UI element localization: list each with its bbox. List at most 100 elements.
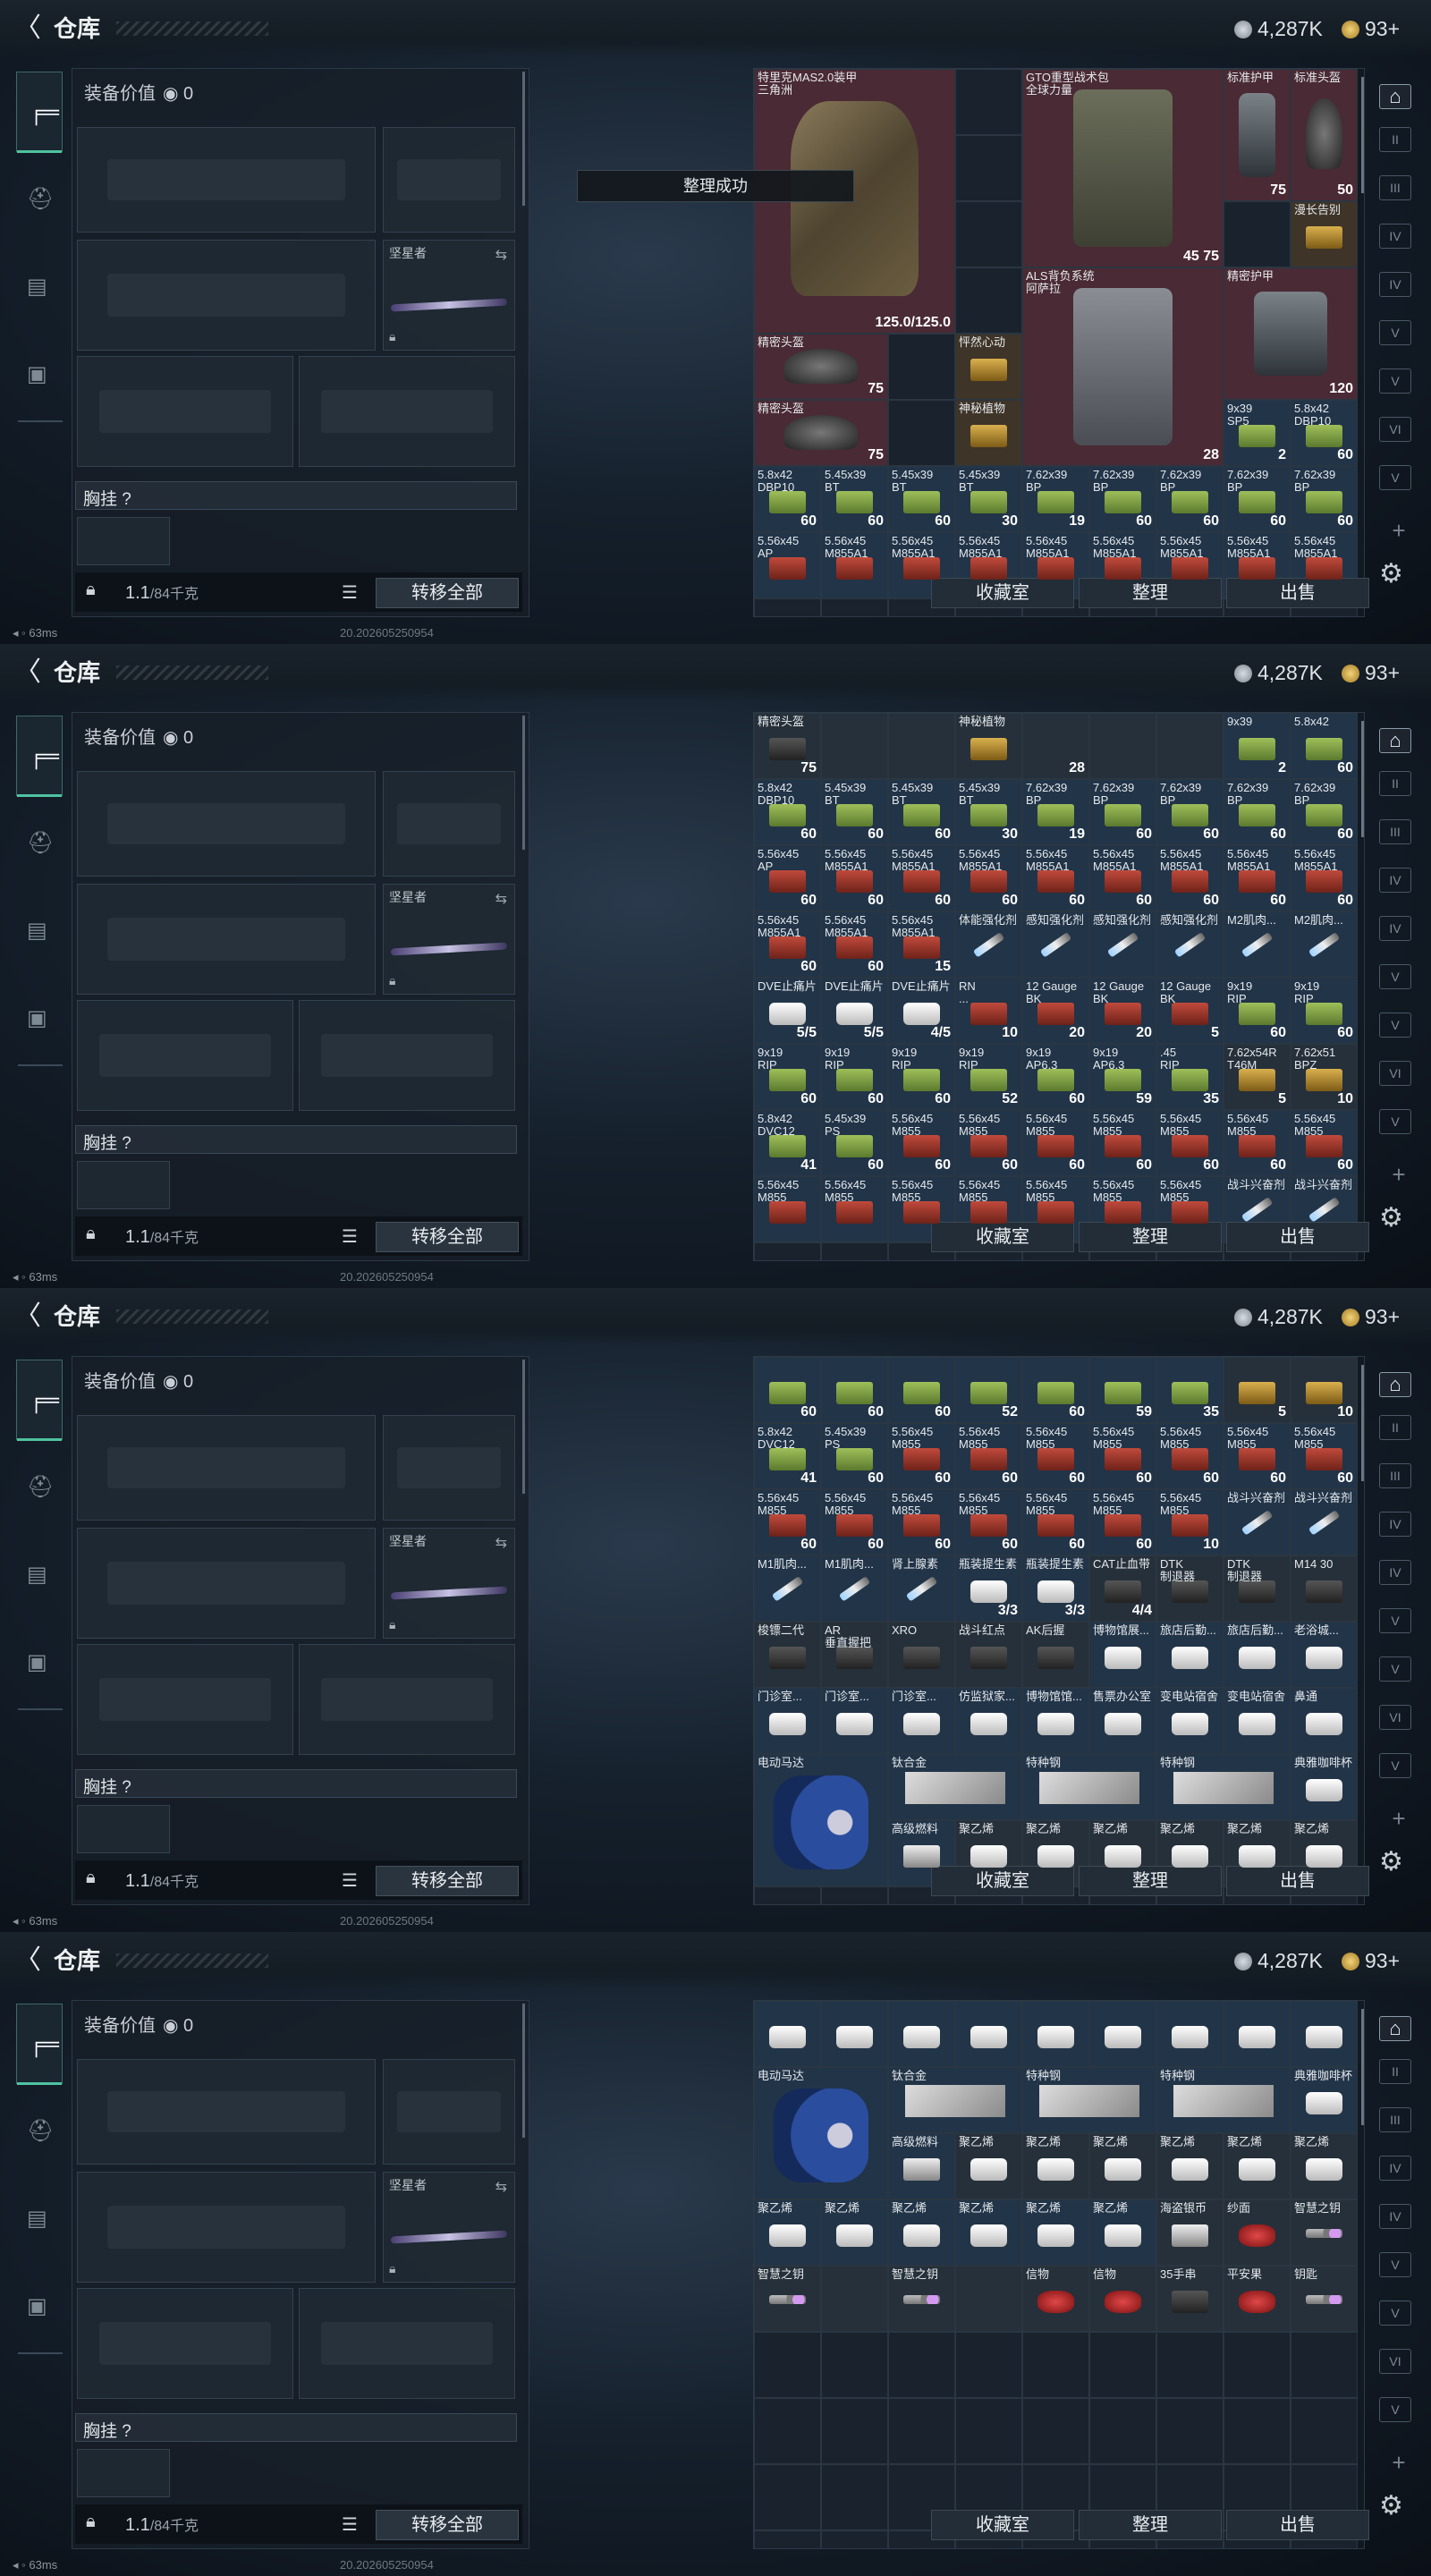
clipboard-icon[interactable]: ▤	[27, 1562, 47, 1588]
stash-item[interactable]: 智慧之钥	[888, 2266, 955, 2332]
stash-item[interactable]: 肾上腺素	[888, 1555, 955, 1622]
stash-item[interactable]: 7.62x39 BP 60	[1156, 466, 1224, 532]
stash-empty-cell[interactable]	[1291, 2332, 1358, 2398]
stash-item[interactable]: 9x19 RIP 60	[888, 1044, 955, 1110]
stash-large-item[interactable]: 钛合金	[888, 2067, 1022, 2133]
stash-item[interactable]: 5.56x45 M855 60	[1089, 1110, 1156, 1176]
stash-item[interactable]: 瓶装提生素 3/3	[955, 1555, 1022, 1622]
stash-page-tab[interactable]: IV	[1379, 1560, 1411, 1585]
stash-item[interactable]: 5.45x39 BT 60	[821, 779, 888, 845]
currency-gold[interactable]: 93+	[1342, 1304, 1400, 1329]
stash-page-tab[interactable]: V	[1379, 2397, 1411, 2422]
melee-slot[interactable]: 坚星者 ⇆ 🔒︎	[383, 240, 515, 351]
stash-item[interactable]	[821, 713, 888, 779]
stash-empty-cell[interactable]	[1224, 2398, 1291, 2464]
transfer-all-button[interactable]: 转移全部	[376, 1222, 519, 1252]
stash-page-tab[interactable]: III	[1379, 2107, 1411, 2132]
stash-item[interactable]: 怦然心动	[955, 334, 1022, 400]
stash-page-tab[interactable]: V	[1379, 964, 1411, 989]
stash-item[interactable]: 7.62x51 BPZ 10	[1291, 1044, 1358, 1110]
stash-item[interactable]: 5.56x45 M855 60	[888, 1489, 955, 1555]
secondary-weapon-slot[interactable]	[77, 884, 376, 995]
stash-item[interactable]: 5	[1224, 1357, 1291, 1423]
stash-page-tab[interactable]: II	[1379, 2059, 1411, 2084]
helmet-icon[interactable]: ⛑	[27, 1474, 54, 1500]
stash-scrollbar[interactable]	[1361, 2009, 1364, 2125]
stash-large-item[interactable]: 精密头盔 75	[754, 334, 888, 400]
stash-page-tab[interactable]: IV	[1379, 2204, 1411, 2229]
stash-item[interactable]: 门诊室...	[821, 1688, 888, 1754]
stash-item[interactable]: 7.62x39 BP 60	[1156, 779, 1224, 845]
stash-item[interactable]: 5.56x45 M855 60	[955, 1489, 1022, 1555]
melee-slot[interactable]: 坚星者 ⇆ 🔒︎	[383, 2172, 515, 2283]
stash-item[interactable]: 60	[754, 1357, 821, 1423]
stash-page-tab[interactable]: IV	[1379, 2156, 1411, 2181]
collection-button[interactable]: 收藏室	[931, 578, 1074, 608]
stash-item[interactable]: 9x19 RIP 60	[754, 1044, 821, 1110]
stash-item[interactable]	[888, 2001, 955, 2067]
stash-item[interactable]: 5.45x39 PS 60	[821, 1110, 888, 1176]
stash-item[interactable]: 10	[1291, 1357, 1358, 1423]
briefcase-icon[interactable]: ▣	[27, 2293, 47, 2319]
back-icon[interactable]: 〈	[14, 658, 41, 687]
armor-slot[interactable]	[299, 2288, 515, 2399]
primary-weapon-slot[interactable]	[77, 2059, 376, 2165]
stash-item[interactable]: 5.56x45 M855 60	[1224, 1423, 1291, 1489]
stash-empty-cell[interactable]	[955, 267, 1022, 334]
stash-item[interactable]: 信物	[1089, 2266, 1156, 2332]
stash-item[interactable]: 5.56x45 M855 60	[1156, 1423, 1224, 1489]
stash-item[interactable]: 聚乙烯	[955, 2133, 1022, 2199]
secondary-weapon-slot[interactable]	[77, 2172, 376, 2283]
melee-slot[interactable]: 坚星者 ⇆ 🔒︎	[383, 884, 515, 995]
currency-gold[interactable]: 93+	[1342, 660, 1400, 685]
stash-item[interactable]: 典雅咖啡杯	[1291, 2067, 1358, 2133]
stash-item[interactable]: 5.56x45 M855A1 60	[1022, 845, 1089, 911]
chest-rig-slot[interactable]	[77, 1161, 170, 1209]
stash-item[interactable]: 5.8x42 DBP10 60	[754, 779, 821, 845]
stash-item[interactable]	[955, 2266, 1022, 2332]
stash-item[interactable]	[955, 2001, 1022, 2067]
stash-page-tab[interactable]: III	[1379, 1463, 1411, 1488]
stash-item[interactable]: 5.56x45 M855A1 60	[1156, 845, 1224, 911]
collection-button[interactable]: 收藏室	[931, 1222, 1074, 1252]
stash-item[interactable]: 35手串	[1156, 2266, 1224, 2332]
stash-item[interactable]: 博物馆馆...	[1022, 1688, 1089, 1754]
stash-large-item[interactable]: 精密护甲 120	[1224, 267, 1358, 400]
stash-item[interactable]: 5.56x45 M855 60	[1022, 1110, 1089, 1176]
back-icon[interactable]: 〈	[14, 1946, 41, 1975]
chest-rig-header[interactable]: 胸挂 ?	[75, 1125, 517, 1154]
chest-rig-slot[interactable]	[77, 517, 170, 565]
stash-empty-cell[interactable]	[754, 1886, 821, 1904]
gear-icon[interactable]: ⚙	[1379, 1202, 1403, 1233]
stash-empty-cell[interactable]	[754, 2530, 821, 2548]
stash-item[interactable]: 战斗兴奋剂	[1224, 1489, 1291, 1555]
armor-slot[interactable]	[299, 1644, 515, 1755]
stash-empty-cell[interactable]	[1224, 2332, 1291, 2398]
swap-icon[interactable]: ⇆	[495, 890, 507, 908]
stash-empty-cell[interactable]	[1089, 2398, 1156, 2464]
stash-item[interactable]: 5.56x45 M855 60	[1224, 1110, 1291, 1176]
stash-item[interactable]: 5.56x45 M855A1 60	[821, 911, 888, 978]
clipboard-icon[interactable]: ▤	[27, 2206, 47, 2232]
stash-home-icon[interactable]: ⌂	[1379, 728, 1411, 753]
stash-item[interactable]: 聚乙烯	[1156, 2133, 1224, 2199]
gear-icon[interactable]: ⚙	[1379, 2490, 1403, 2521]
stash-item[interactable]	[1224, 2001, 1291, 2067]
stash-empty-cell[interactable]	[821, 598, 888, 616]
stash-large-item[interactable]: 电动马达	[754, 1754, 888, 1886]
stash-item[interactable]: 5.8x42 DBP10 60	[754, 466, 821, 532]
stash-item[interactable]: 60	[888, 1357, 955, 1423]
stash-large-item[interactable]: 电动马达	[754, 2067, 888, 2199]
stash-item[interactable]: 28	[1022, 713, 1089, 779]
stash-item[interactable]: DVE止痛片 5/5	[754, 978, 821, 1044]
add-page-icon[interactable]: +	[1383, 1807, 1415, 1832]
stash-item[interactable]: 瓶装提生素 3/3	[1022, 1555, 1089, 1622]
stash-item[interactable]: 9x19 RIP 60	[821, 1044, 888, 1110]
stash-empty-cell[interactable]	[955, 135, 1022, 201]
stash-page-tab[interactable]: V	[1379, 2301, 1411, 2326]
stash-item[interactable]: 聚乙烯	[1089, 2133, 1156, 2199]
stash-item[interactable]: 5.56x45 M855A1 60	[1089, 845, 1156, 911]
stash-item[interactable]: 聚乙烯	[754, 2199, 821, 2266]
stash-item[interactable]	[821, 2001, 888, 2067]
stash-empty-cell[interactable]	[821, 2398, 888, 2464]
